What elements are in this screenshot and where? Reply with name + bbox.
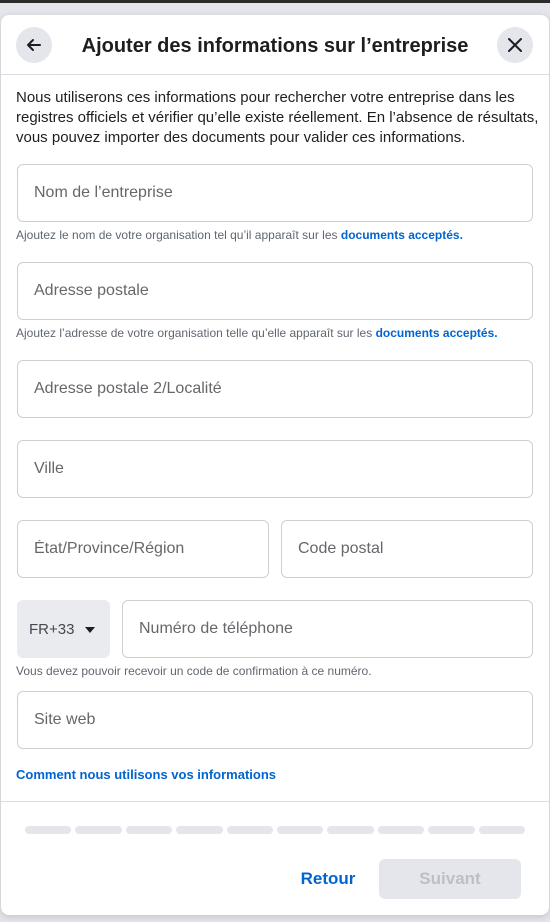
address-input[interactable]: [18, 263, 532, 319]
address2-field: [17, 360, 533, 418]
accepted-documents-link[interactable]: documents acceptés.: [341, 228, 463, 242]
state-input[interactable]: [18, 521, 268, 577]
back-button[interactable]: Retour: [287, 859, 369, 899]
window-top-strip: [0, 0, 550, 3]
website-input[interactable]: [18, 692, 532, 748]
country-code-selector[interactable]: FR+33: [17, 600, 110, 658]
progress-segment: [125, 826, 173, 834]
company-name-hint-text: Ajoutez le nom de votre organisation tel…: [16, 228, 338, 242]
city-field: [17, 440, 533, 498]
caret-down-icon: [85, 627, 95, 633]
phone-field: [122, 600, 533, 658]
phone-input[interactable]: [123, 601, 532, 657]
address-hint-text: Ajoutez l’adresse de votre organisation …: [16, 326, 373, 340]
address-hint: Ajoutez l’adresse de votre organisation …: [16, 325, 498, 341]
progress-segment: [277, 826, 324, 834]
phone-hint: Vous devez pouvoir recevoir un code de c…: [16, 664, 372, 678]
progress-segment: [377, 826, 425, 834]
company-name-field: [17, 164, 533, 222]
postal-code-field: [281, 520, 533, 578]
add-business-info-dialog: Ajouter des informations sur l’entrepris…: [1, 15, 549, 915]
progress-segment: [176, 826, 223, 834]
progress-segment: [25, 826, 72, 834]
postal-code-input[interactable]: [282, 521, 532, 577]
step-progress-bar: [25, 826, 526, 834]
dialog-header: Ajouter des informations sur l’entrepris…: [1, 15, 549, 75]
how-we-use-info-link[interactable]: Comment nous utilisons vos informations: [16, 767, 276, 783]
progress-segment: [75, 826, 122, 834]
company-name-hint: Ajoutez le nom de votre organisation tel…: [16, 227, 463, 243]
country-code-value: FR+33: [29, 620, 75, 638]
dialog-title: Ajouter des informations sur l’entrepris…: [81, 35, 469, 57]
footer-divider: [1, 801, 549, 802]
progress-segment: [478, 826, 526, 834]
progress-segment: [327, 826, 374, 834]
next-button: Suivant: [379, 859, 521, 899]
website-field: [17, 691, 533, 749]
address2-input[interactable]: [18, 361, 532, 417]
close-icon: [508, 38, 522, 52]
city-input[interactable]: [18, 441, 532, 497]
accepted-documents-link[interactable]: documents acceptés.: [376, 326, 498, 340]
progress-segment: [428, 826, 475, 834]
close-button[interactable]: [497, 27, 533, 63]
company-name-input[interactable]: [18, 165, 532, 221]
progress-segment: [226, 826, 274, 834]
address-field: [17, 262, 533, 320]
state-field: [17, 520, 269, 578]
intro-text: Nous utiliserons ces informations pour r…: [16, 89, 539, 146]
